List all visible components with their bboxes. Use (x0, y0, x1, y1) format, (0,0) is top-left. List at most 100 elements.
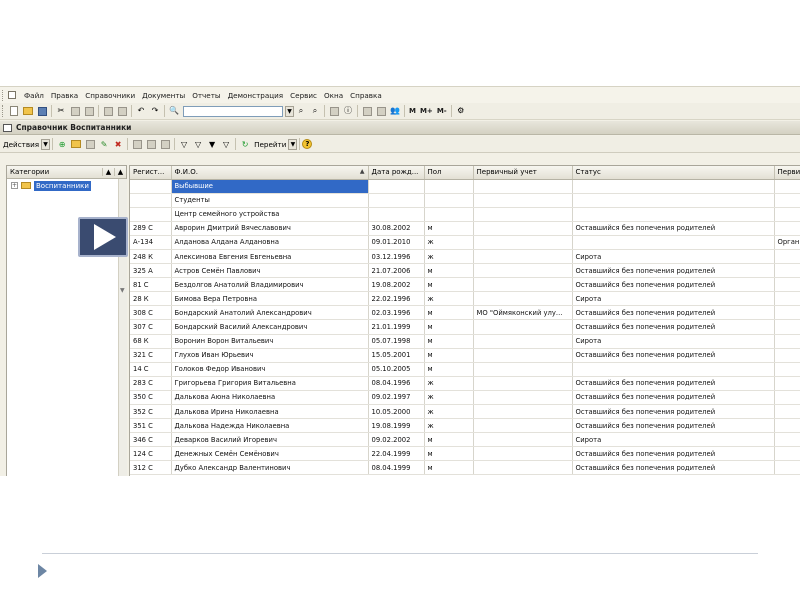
table-row[interactable]: 68 К Воронин Ворон Витальевич 05.07.1998 м С… (130, 334, 800, 349)
cell-reg[interactable]: 308 С (130, 305, 172, 321)
toolbar-grip[interactable] (2, 105, 5, 117)
cell-sex[interactable]: м (424, 305, 474, 321)
cell-sex[interactable]: ж (424, 404, 474, 420)
table-row[interactable]: 307 С Бондарский Василий Александрович 21.… (130, 319, 800, 335)
app-menu-icon[interactable] (8, 91, 16, 99)
cell-primary[interactable] (473, 460, 573, 476)
table-row[interactable]: 308 С Бондарский Анатолий Александрович 02… (130, 305, 800, 321)
table-row[interactable]: 350 С Далькова Аюна Николаевна 09.02.1997 ж… (130, 390, 800, 406)
cell-primary[interactable] (473, 319, 573, 335)
column-header-fio[interactable]: Ф.И.О. ▲ (171, 166, 369, 180)
search-input[interactable] (183, 105, 283, 117)
cell-primary[interactable] (473, 418, 573, 434)
cell-dob[interactable]: 08.04.1996 (368, 376, 425, 391)
cell-sex[interactable]: м (424, 319, 474, 335)
cell-reg[interactable]: 283 С (130, 376, 172, 391)
cell-dob[interactable]: 30.08.2002 (368, 221, 425, 236)
hierarchy-icon[interactable] (131, 138, 143, 150)
refresh-icon[interactable]: ↻ (239, 138, 251, 150)
cell-sex[interactable]: м (424, 334, 474, 349)
cell-primary[interactable] (473, 348, 573, 363)
cell-status[interactable]: Оставшийся без попечения родителей (572, 418, 775, 434)
cell-dob[interactable]: 03.12.1996 (368, 249, 425, 265)
cell-fio[interactable]: Далькова Аюна Николаевна (171, 390, 369, 406)
cell-status[interactable]: Оставшийся без попечения родителей (572, 446, 775, 462)
category-label[interactable]: Воспитанники (34, 180, 91, 191)
cell-dob[interactable]: 19.08.2002 (368, 277, 425, 293)
cell-status[interactable]: Сирота (572, 291, 775, 307)
cell-extra[interactable] (774, 334, 800, 349)
cell-fio[interactable]: Алданова Алдана Алдановна (171, 235, 369, 250)
cell-primary[interactable]: МО "Оймяконский улу... (473, 305, 573, 321)
cell-reg[interactable]: 68 К (130, 334, 172, 349)
calculator-icon[interactable] (361, 105, 373, 117)
tools-icon[interactable]: ⚙ (455, 105, 467, 117)
cell-fio[interactable]: Деварков Василий Игоревич (171, 432, 369, 448)
cell-status[interactable]: Оставшийся без попечения родителей (572, 221, 775, 236)
table-row[interactable]: 14 С Голоков Федор Иванович 05.10.2005 м (130, 362, 800, 377)
cell-extra[interactable] (774, 319, 800, 335)
categories-header-label[interactable]: Категории (7, 168, 102, 176)
cell-extra[interactable] (774, 390, 800, 406)
find-prev-icon[interactable]: ⌕ (309, 105, 321, 117)
cell-extra[interactable] (774, 249, 800, 265)
cell-sex[interactable]: м (424, 362, 474, 377)
memory-subtract-button[interactable]: M- (435, 107, 449, 115)
menu-references[interactable]: Справочники (82, 91, 139, 100)
cell-reg[interactable]: 346 С (130, 432, 172, 448)
menu-grip[interactable] (2, 89, 5, 101)
cell-extra[interactable] (774, 263, 800, 279)
help-icon[interactable]: ? (302, 139, 313, 149)
group-row[interactable]: Выбывшие (130, 179, 800, 194)
cell-extra[interactable] (774, 418, 800, 434)
column-header-extra[interactable]: Перви (774, 166, 800, 180)
clear-filter-icon[interactable]: ▽ (220, 138, 232, 150)
cell-status[interactable]: Оставшийся без попечения родителей (572, 319, 775, 335)
actions-dropdown-icon[interactable]: ▼ (41, 138, 51, 150)
table-row[interactable]: 81 С Бездолгов Анатолий Владимирович 19.08… (130, 277, 800, 293)
cell-primary[interactable] (473, 291, 573, 307)
cell-dob[interactable]: 09.02.1997 (368, 390, 425, 406)
cell-extra[interactable] (774, 305, 800, 321)
users-icon[interactable]: 👥 (389, 105, 401, 117)
cell-fio[interactable]: Аврорин Дмитрий Вячеславович (171, 221, 369, 236)
cell-dob[interactable]: 02.03.1996 (368, 305, 425, 321)
cell-primary[interactable] (473, 446, 573, 462)
cell-status[interactable]: Сирота (572, 334, 775, 349)
cell-dob[interactable]: 09.01.2010 (368, 235, 425, 250)
save-icon[interactable] (36, 105, 48, 117)
cell-primary[interactable] (473, 404, 573, 420)
cell-sex[interactable]: ж (424, 390, 474, 406)
cell-status[interactable]: Оставшийся без попечения родителей (572, 263, 775, 279)
play-button[interactable] (78, 217, 128, 257)
cell-sex[interactable]: м (424, 221, 474, 236)
goto-dropdown-icon[interactable]: ▼ (288, 138, 298, 150)
print-preview-icon[interactable] (116, 105, 128, 117)
group-name-cell[interactable]: Студенты (171, 193, 369, 208)
cell-extra[interactable] (774, 362, 800, 377)
info-icon[interactable]: ⓘ (342, 105, 354, 117)
cell-sex[interactable]: м (424, 348, 474, 363)
cell-extra[interactable] (774, 432, 800, 448)
cell-sex[interactable]: ж (424, 376, 474, 391)
table-row[interactable]: 346 С Деварков Василий Игоревич 09.02.2002… (130, 432, 800, 448)
edit-icon[interactable]: ✎ (98, 138, 110, 150)
group-name-cell[interactable]: Выбывшие (171, 179, 369, 194)
cell-primary[interactable] (473, 362, 573, 377)
cell-primary[interactable] (473, 334, 573, 349)
add-icon[interactable]: ⊕ (56, 138, 68, 150)
group-row[interactable]: Студенты (130, 193, 800, 208)
menu-windows[interactable]: Окна (321, 91, 347, 100)
column-header-status[interactable]: Статус (572, 166, 775, 180)
table-row[interactable]: 321 С Глухов Иван Юрьевич 15.05.2001 м Остав… (130, 348, 800, 363)
scroll-up-icon[interactable]: ▲ (114, 168, 126, 176)
cell-primary[interactable] (473, 263, 573, 279)
cell-reg[interactable]: 351 С (130, 418, 172, 434)
table-row[interactable]: 351 С Далькова Надежда Николаевна 19.08.19… (130, 418, 800, 434)
cell-primary[interactable] (473, 390, 573, 406)
cell-status[interactable]: Сирота (572, 432, 775, 448)
column-header-primary[interactable]: Первичный учет (473, 166, 573, 180)
menu-reports[interactable]: Отчеты (189, 91, 224, 100)
cell-status[interactable]: Оставшийся без попечения родителей (572, 404, 775, 420)
column-header-sex[interactable]: Пол (424, 166, 474, 180)
